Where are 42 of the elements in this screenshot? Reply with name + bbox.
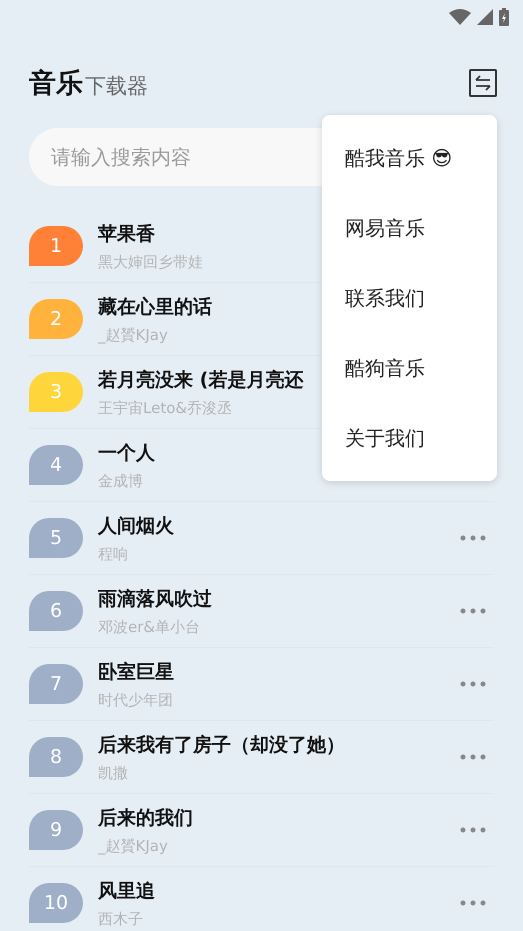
- app-subtitle: 下载器: [85, 73, 148, 100]
- app-title: 音乐: [29, 67, 83, 101]
- rank-badge: 2: [29, 299, 83, 339]
- rank-badge: 5: [29, 518, 83, 558]
- song-title[interactable]: 后来我有了房子（却没了她）: [98, 732, 460, 758]
- song-artist: 金成博: [98, 472, 144, 490]
- more-icon[interactable]: [460, 900, 486, 906]
- rank-badge: 9: [29, 810, 83, 850]
- song-artist: 邓波er&单小台: [98, 618, 202, 636]
- song-artist: 西木子: [98, 910, 144, 928]
- more-icon[interactable]: [460, 608, 486, 614]
- song-title[interactable]: 后来的我们: [98, 804, 460, 830]
- rank-badge: 4: [29, 445, 83, 485]
- rank-badge: 6: [29, 591, 83, 631]
- song-title[interactable]: 人间烟火: [98, 512, 460, 538]
- menu-item[interactable]: 关于我们: [322, 403, 497, 473]
- menu-item[interactable]: 联系我们: [322, 263, 497, 333]
- switch-icon[interactable]: [469, 69, 497, 97]
- more-icon[interactable]: [460, 754, 486, 760]
- song-artist: 王宇宙Leto&乔浚丞: [98, 398, 234, 418]
- rank-badge: 8: [29, 737, 83, 777]
- song-artist: 程响: [98, 544, 129, 564]
- more-icon[interactable]: [460, 681, 486, 687]
- song-title[interactable]: 风里追: [98, 878, 460, 904]
- song-artist: 凯撒: [98, 764, 129, 782]
- song-artist: _赵贇KJay: [98, 326, 169, 344]
- more-icon[interactable]: [460, 535, 486, 541]
- signal-icon: [477, 9, 493, 25]
- song-artist: _赵贇KJay: [98, 836, 169, 856]
- song-title[interactable]: 雨滴落风吹过: [98, 586, 460, 612]
- song-artist: 黑大婶回乡带娃: [98, 252, 204, 272]
- wifi-icon: [449, 9, 471, 25]
- song-title[interactable]: 卧室巨星: [98, 658, 460, 684]
- battery-icon: [499, 8, 509, 26]
- song-artist: 时代少年团: [98, 690, 174, 710]
- rank-badge: 10: [29, 883, 83, 923]
- menu-item[interactable]: 酷狗音乐: [322, 333, 497, 403]
- rank-badge: 3: [29, 372, 83, 412]
- menu-item[interactable]: 网易音乐: [322, 193, 497, 263]
- rank-badge: 7: [29, 664, 83, 704]
- rank-badge: 1: [29, 226, 83, 266]
- more-icon[interactable]: [460, 827, 486, 833]
